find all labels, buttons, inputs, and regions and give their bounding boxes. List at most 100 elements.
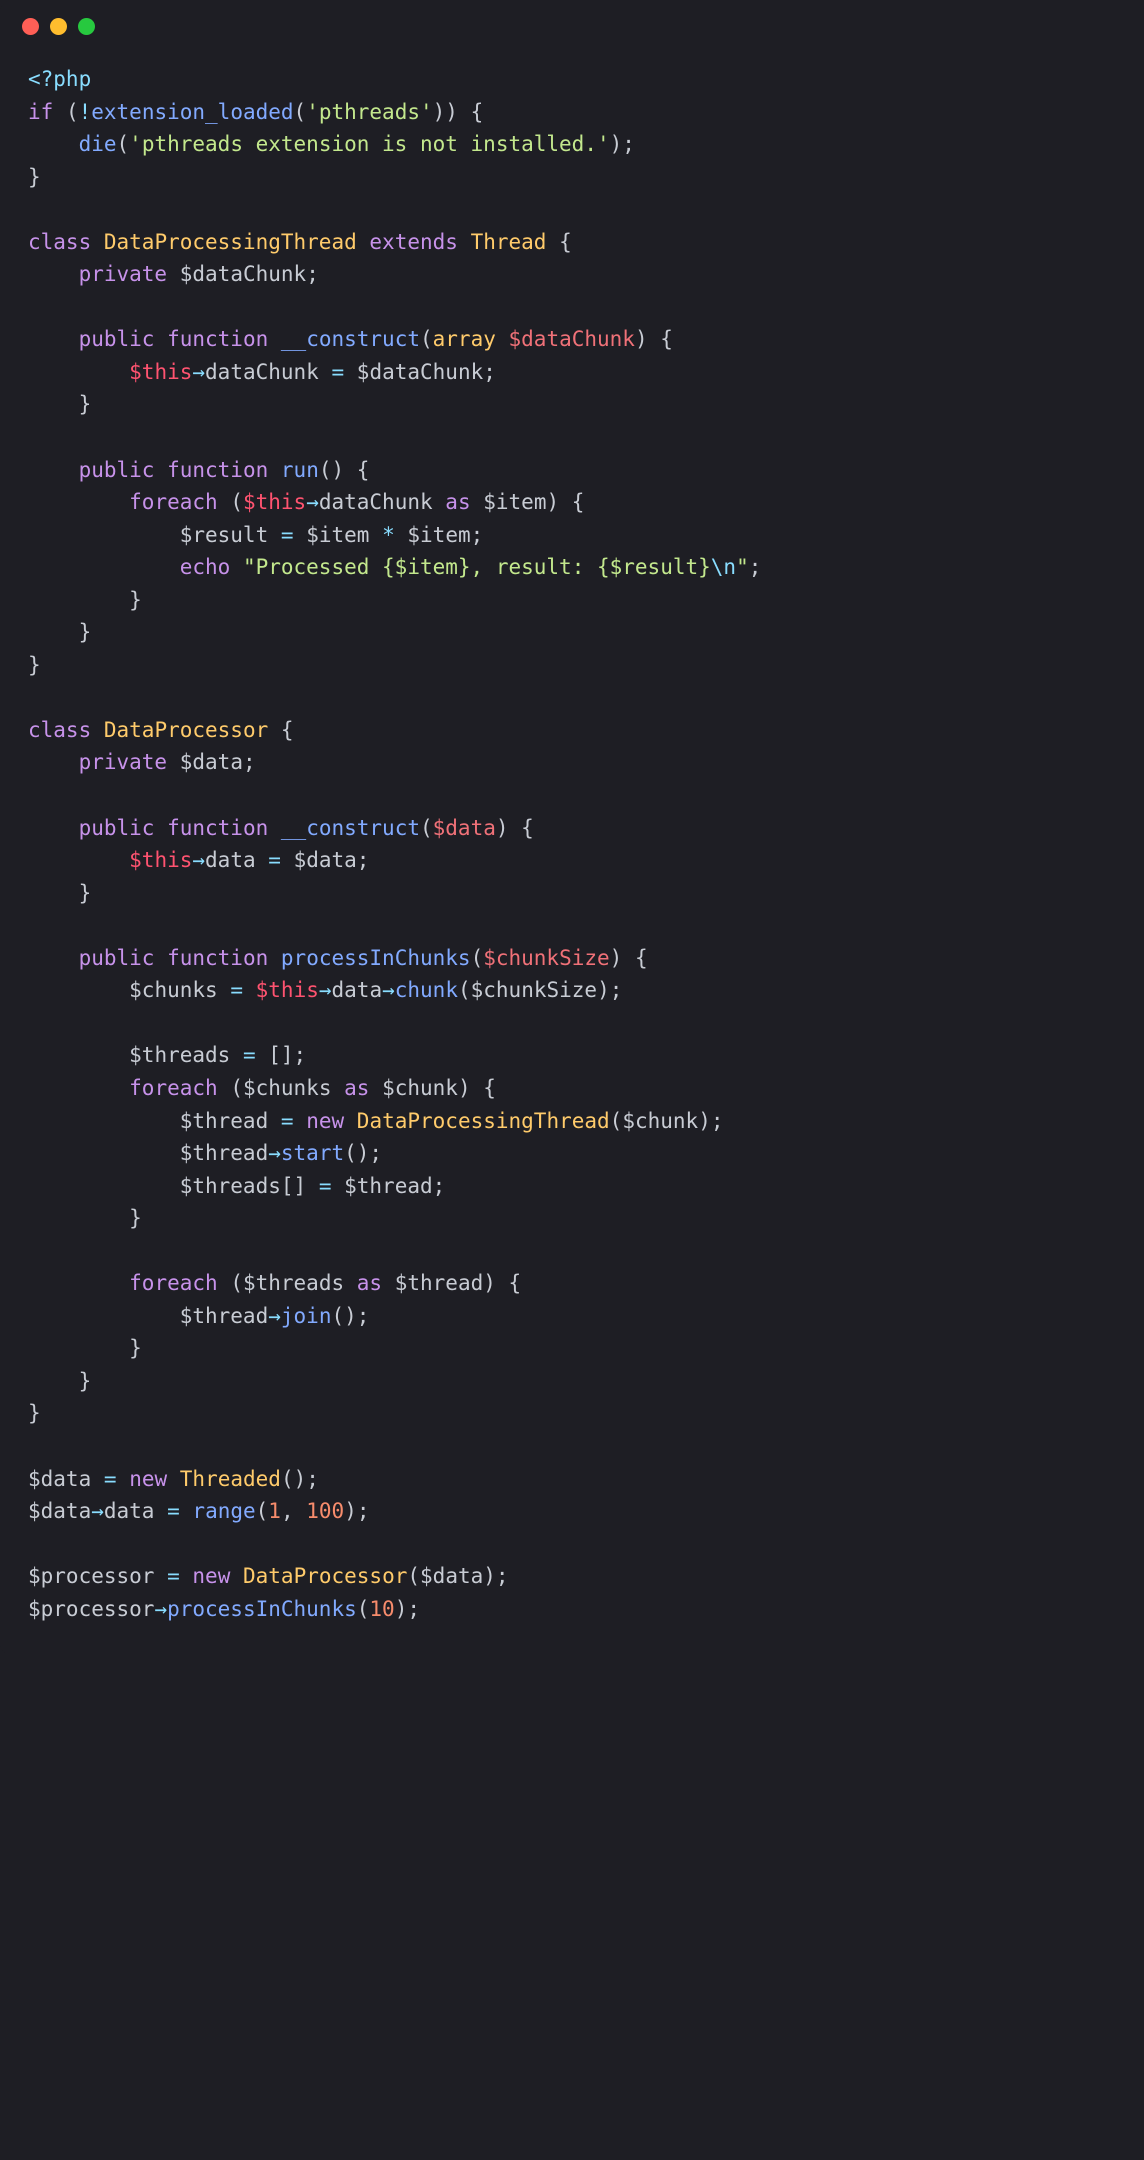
keyword-as: as	[357, 1271, 382, 1295]
this-ref: $this	[243, 490, 306, 514]
function-extension-loaded: extension_loaded	[91, 100, 293, 124]
arrow-op: →	[192, 360, 205, 384]
var-thread: $thread	[180, 1141, 269, 1165]
string-pthreads: 'pthreads'	[306, 100, 432, 124]
var-thread: $thread	[180, 1109, 269, 1133]
close-button[interactable]	[22, 18, 39, 35]
keyword-private: private	[79, 262, 168, 286]
keyword-function: function	[167, 946, 268, 970]
this-ref: $this	[129, 848, 192, 872]
this-ref: $this	[256, 978, 319, 1002]
class-threaded: Threaded	[180, 1467, 281, 1491]
arrow-op: →	[192, 848, 205, 872]
keyword-public: public	[79, 458, 155, 482]
arrow-op: →	[306, 490, 319, 514]
arrow-op: →	[91, 1499, 104, 1523]
var-datachunk-rhs: $dataChunk	[357, 360, 483, 384]
keyword-function: function	[167, 458, 268, 482]
keyword-class: class	[28, 230, 91, 254]
var-item: $item	[306, 523, 369, 547]
var-data: $data	[180, 750, 243, 774]
keyword-as: as	[445, 490, 470, 514]
php-open-tag: <?php	[28, 67, 91, 91]
var-chunksize: $chunkSize	[471, 978, 597, 1002]
prop-datachunk: dataChunk	[205, 360, 319, 384]
method-construct: __construct	[281, 816, 420, 840]
operator-not: !	[79, 100, 92, 124]
keyword-foreach: foreach	[129, 1076, 218, 1100]
prop-datachunk: dataChunk	[319, 490, 433, 514]
var-threads: $threads	[180, 1174, 281, 1198]
method-run: run	[281, 458, 319, 482]
method-chunk: chunk	[395, 978, 458, 1002]
minimize-button[interactable]	[50, 18, 67, 35]
param-data: $data	[433, 816, 496, 840]
method-start: start	[281, 1141, 344, 1165]
keyword-function: function	[167, 816, 268, 840]
method-construct: __construct	[281, 327, 420, 351]
method-join: join	[281, 1304, 332, 1328]
class-dataprocessor: DataProcessor	[243, 1564, 407, 1588]
var-thread: $thread	[180, 1304, 269, 1328]
var-data-rhs: $data	[294, 848, 357, 872]
code-window: <?php if (!extension_loaded('pthreads'))…	[0, 0, 1144, 1655]
type-array: array	[433, 327, 496, 351]
var-item: $item	[407, 523, 470, 547]
keyword-new: new	[192, 1564, 230, 1588]
arrow-op: →	[382, 978, 395, 1002]
var-datachunk: $dataChunk	[180, 262, 306, 286]
prop-data: data	[205, 848, 256, 872]
this-ref: $this	[129, 360, 192, 384]
keyword-as: as	[344, 1076, 369, 1100]
class-thread: Thread	[471, 230, 547, 254]
var-item: $item	[483, 490, 546, 514]
window-titlebar	[0, 0, 1144, 43]
method-processinchunks: processInChunks	[167, 1597, 357, 1621]
var-thread: $thread	[344, 1174, 433, 1198]
param-chunksize: $chunkSize	[483, 946, 609, 970]
keyword-private: private	[79, 750, 168, 774]
prop-data: data	[104, 1499, 155, 1523]
var-thread: $thread	[395, 1271, 484, 1295]
var-data: $data	[28, 1467, 91, 1491]
var-processor: $processor	[28, 1564, 154, 1588]
string-error-msg: 'pthreads extension is not installed.'	[129, 132, 609, 156]
var-chunks: $chunks	[129, 978, 218, 1002]
var-result: $result	[180, 523, 269, 547]
var-threads: $threads	[129, 1043, 230, 1067]
arrow-op: →	[319, 978, 332, 1002]
keyword-foreach: foreach	[129, 1271, 218, 1295]
keyword-public: public	[79, 816, 155, 840]
var-data: $data	[28, 1499, 91, 1523]
keyword-new: new	[306, 1109, 344, 1133]
string-processed: "Processed {$item}, result: {$result}\n"	[243, 555, 749, 579]
keyword-echo: echo	[180, 555, 231, 579]
function-range: range	[192, 1499, 255, 1523]
keyword-new: new	[129, 1467, 167, 1491]
var-threads: $threads	[243, 1271, 344, 1295]
method-processinchunks: processInChunks	[281, 946, 471, 970]
keyword-if: if	[28, 100, 53, 124]
keyword-function: function	[167, 327, 268, 351]
num-100: 100	[306, 1499, 344, 1523]
var-chunk: $chunk	[382, 1076, 458, 1100]
function-die: die	[79, 132, 117, 156]
num-10: 10	[369, 1597, 394, 1621]
var-chunks: $chunks	[243, 1076, 332, 1100]
class-dataprocessingthread: DataProcessingThread	[104, 230, 357, 254]
var-chunk: $chunk	[622, 1109, 698, 1133]
class-dataprocessingthread: DataProcessingThread	[357, 1109, 610, 1133]
param-datachunk: $dataChunk	[509, 327, 635, 351]
arrow-op: →	[154, 1597, 167, 1621]
arrow-op: →	[268, 1141, 281, 1165]
keyword-extends: extends	[369, 230, 458, 254]
arrow-op: →	[268, 1304, 281, 1328]
num-1: 1	[268, 1499, 281, 1523]
prop-data: data	[332, 978, 383, 1002]
maximize-button[interactable]	[78, 18, 95, 35]
code-content: <?php if (!extension_loaded('pthreads'))…	[0, 43, 1144, 1655]
keyword-public: public	[79, 327, 155, 351]
keyword-public: public	[79, 946, 155, 970]
class-dataprocessor: DataProcessor	[104, 718, 268, 742]
keyword-foreach: foreach	[129, 490, 218, 514]
